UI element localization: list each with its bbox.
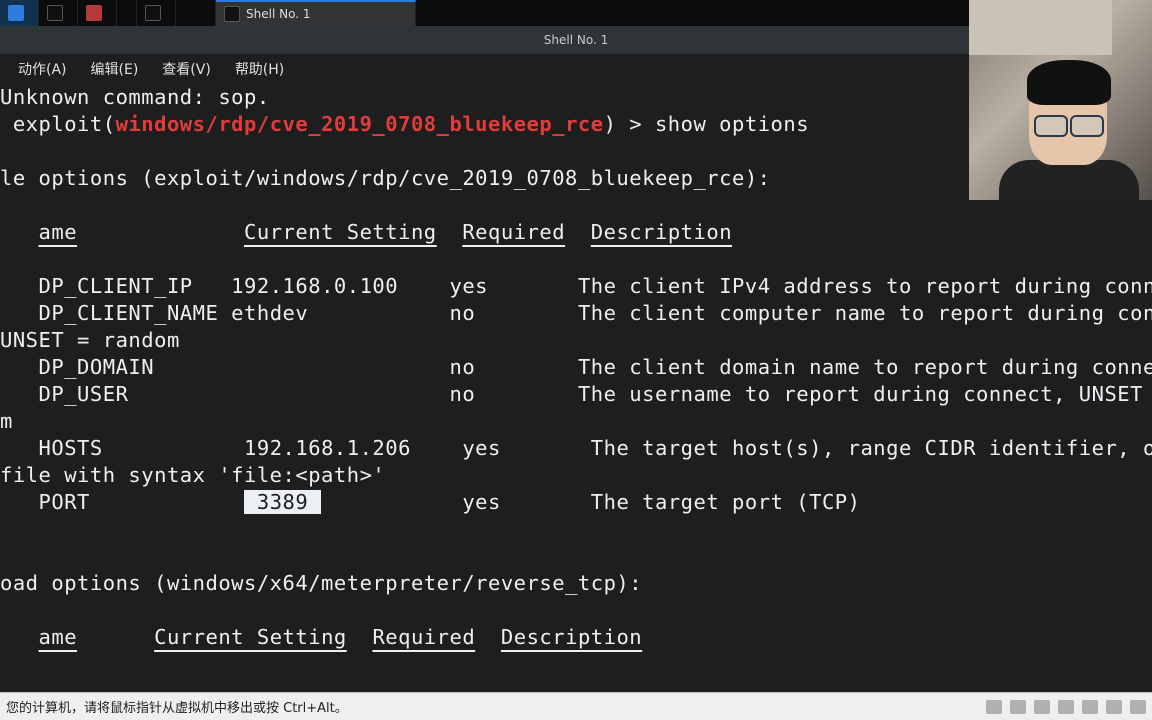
- status-icon[interactable]: [1130, 700, 1146, 714]
- status-icon[interactable]: [1058, 700, 1074, 714]
- taskbar-tab-label: Shell No. 1: [246, 7, 310, 21]
- status-icon[interactable]: [986, 700, 1002, 714]
- opt-row: DP_CLIENT_NAME ethdev no The client comp…: [0, 301, 1152, 325]
- term-line: exploit(windows/rdp/cve_2019_0708_blueke…: [0, 112, 809, 136]
- panel-app-2[interactable]: [39, 0, 78, 26]
- term-line: file with syntax 'file:<path>': [0, 463, 385, 487]
- term-header: ame Current Setting Required Description: [0, 220, 732, 244]
- term-line: UNSET = random: [0, 328, 180, 352]
- panel-gap: [176, 0, 216, 26]
- opt-row: DP_CLIENT_IP 192.168.0.100 yes The clien…: [0, 274, 1152, 298]
- opt-row: PORT 3389 yes The target port (TCP): [0, 490, 860, 514]
- panel-app-4[interactable]: [137, 0, 176, 26]
- opt-row: HOSTS 192.168.1.206 yes The target host(…: [0, 436, 1152, 460]
- term-line: m: [0, 409, 13, 433]
- term-header: ame Current Setting Required Description: [0, 625, 642, 649]
- terminal-icon: [224, 6, 240, 22]
- taskbar-tab-shell[interactable]: Shell No. 1: [216, 0, 416, 26]
- status-icon[interactable]: [1106, 700, 1122, 714]
- term-line: oad options (windows/x64/meterpreter/rev…: [0, 571, 642, 595]
- panel-app-1[interactable]: [0, 0, 39, 26]
- panel-app-3[interactable]: [78, 0, 117, 26]
- term-line: le options (exploit/windows/rdp/cve_2019…: [0, 166, 771, 190]
- menu-action[interactable]: 动作(A): [8, 55, 77, 83]
- status-icon[interactable]: [1082, 700, 1098, 714]
- opt-row: DP_DOMAIN no The client domain name to r…: [0, 355, 1152, 379]
- vm-status-text: 您的计算机，请将鼠标指针从虚拟机中移出或按 Ctrl+Alt。: [6, 697, 348, 716]
- panel-separator: [117, 0, 137, 26]
- term-line: Unknown command: sop.: [0, 85, 270, 109]
- status-icon[interactable]: [1034, 700, 1050, 714]
- webcam-overlay: [969, 0, 1152, 200]
- menu-view[interactable]: 查看(V): [152, 55, 221, 83]
- exploit-path: windows/rdp/cve_2019_0708_bluekeep_rce: [116, 112, 604, 136]
- menu-edit[interactable]: 编辑(E): [81, 55, 149, 83]
- opt-row: DP_USER no The username to report during…: [0, 382, 1152, 406]
- menu-help[interactable]: 帮助(H): [225, 55, 294, 83]
- vm-statusbar: 您的计算机，请将鼠标指针从虚拟机中移出或按 Ctrl+Alt。: [0, 692, 1152, 720]
- status-icon[interactable]: [1010, 700, 1026, 714]
- window-title: Shell No. 1: [544, 33, 608, 47]
